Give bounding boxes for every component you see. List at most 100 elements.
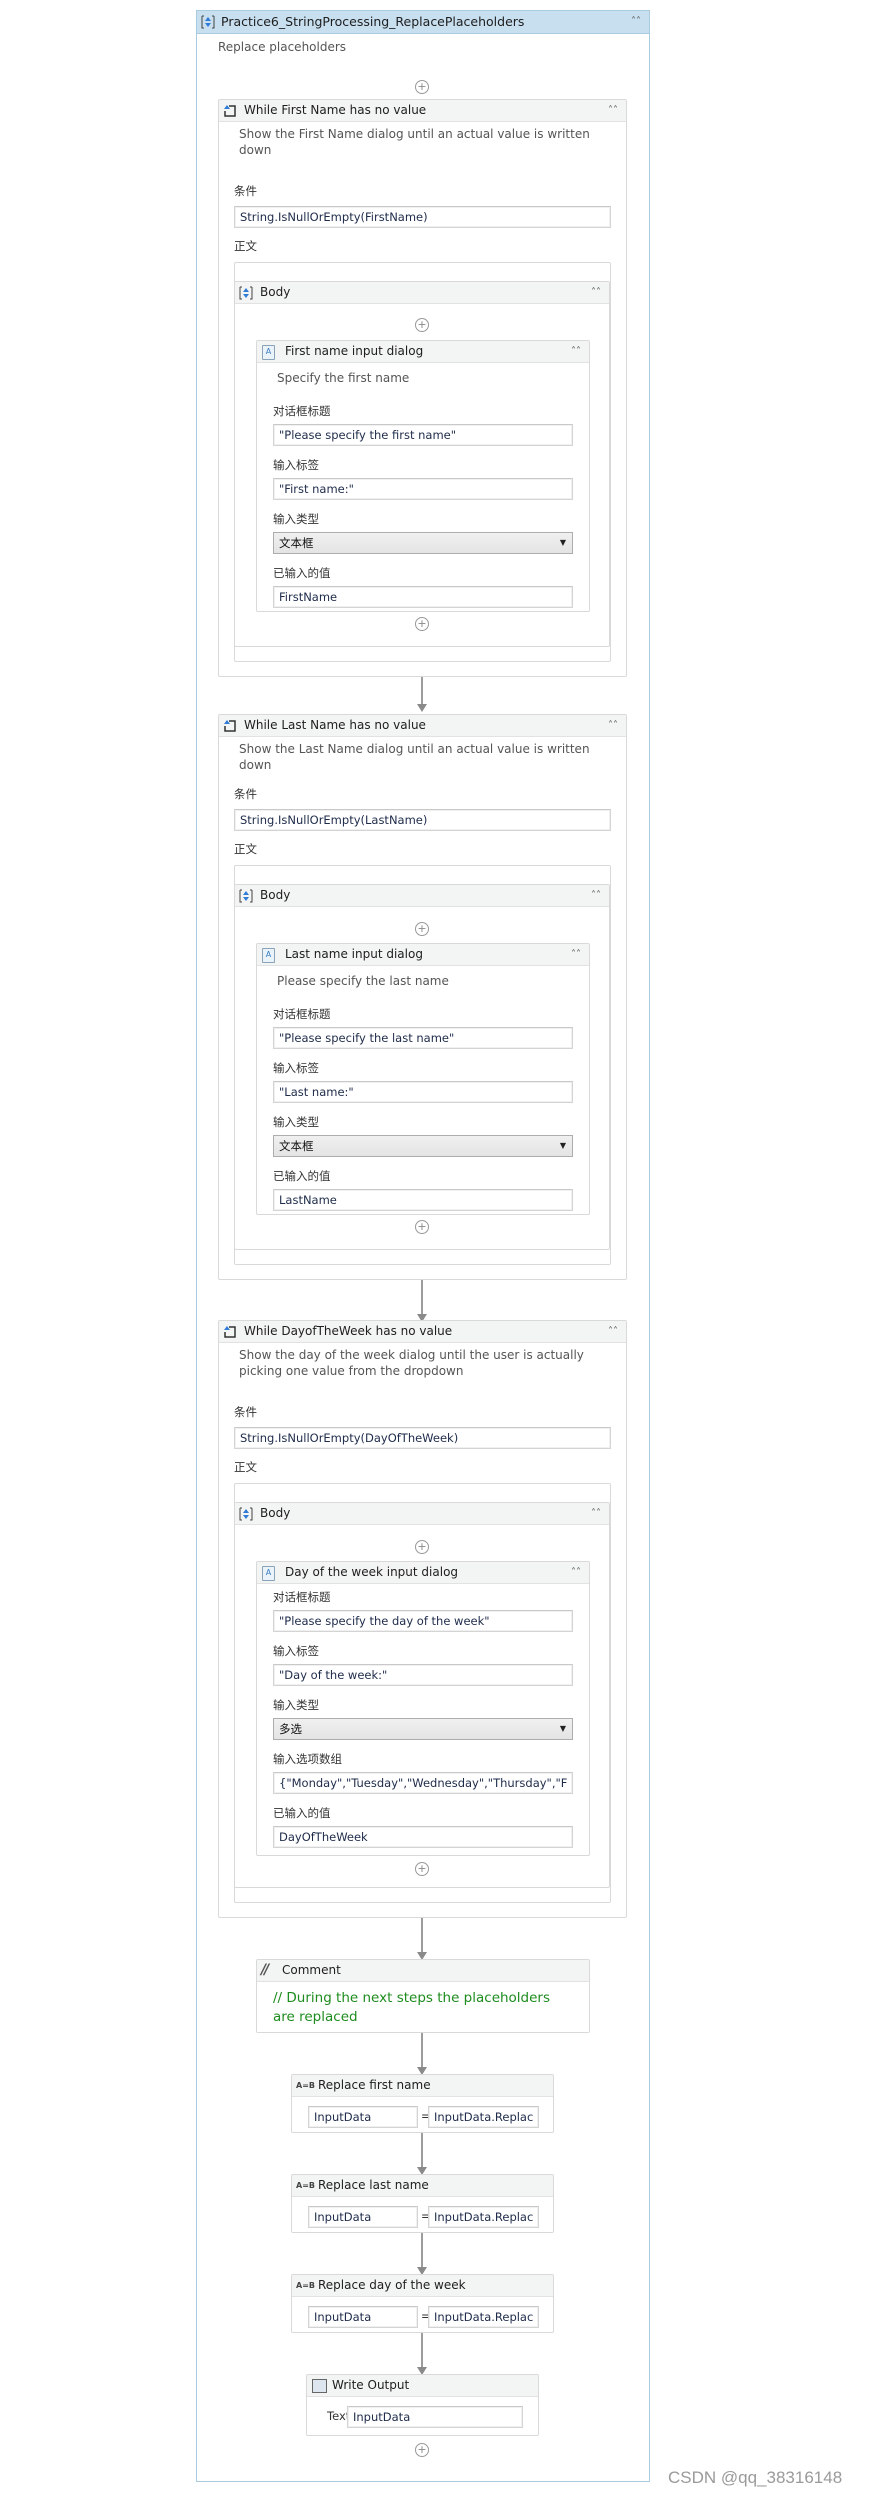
input-type-value: 文本框 [279, 536, 314, 550]
dialog-header[interactable]: A First name input dialog ˄˄ [257, 341, 589, 363]
assign-replace-last-name[interactable]: A=B Replace last name InputData = InputD… [291, 2174, 554, 2233]
collapse-icon[interactable]: ˄˄ [608, 715, 618, 736]
input-label-label: 输入标签 [273, 1061, 319, 1075]
add-activity-button[interactable]: + [415, 617, 429, 631]
add-activity-button[interactable]: + [415, 80, 429, 94]
condition-input[interactable]: String.IsNullOrEmpty(FirstName) [234, 206, 611, 228]
input-label-input[interactable]: "Day of the week:" [273, 1664, 573, 1686]
input-label-input[interactable]: "Last name:" [273, 1081, 573, 1103]
assign-header[interactable]: A=B Replace last name [292, 2175, 553, 2197]
while-loop-icon [224, 105, 236, 117]
while-header[interactable]: While DayofTheWeek has no value ˄˄ [219, 1321, 626, 1343]
input-options-label: 输入选项数组 [273, 1752, 342, 1766]
dropdown-arrow-icon: ▼ [559, 1141, 566, 1150]
assign-title: Replace first name [318, 2078, 431, 2092]
sequence-icon [239, 889, 253, 903]
assign-to-input[interactable]: InputData [308, 2206, 418, 2228]
entered-value-input[interactable]: LastName [273, 1189, 573, 1211]
collapse-icon[interactable]: ˄˄ [571, 944, 581, 965]
comment-header[interactable]: // Comment [257, 1960, 589, 1982]
dropdown-arrow-icon: ▼ [559, 1724, 566, 1733]
dialog-title: Last name input dialog [285, 947, 423, 961]
dialog-description: Specify the first name [277, 371, 410, 385]
assign-icon: A=B [296, 2081, 315, 2090]
assign-value-input[interactable]: InputData.Replac [428, 2206, 539, 2228]
last-name-input-dialog[interactable]: A Last name input dialog ˄˄ Please speci… [256, 943, 590, 1215]
write-output-title: Write Output [332, 2378, 410, 2392]
add-activity-button[interactable]: + [415, 1220, 429, 1234]
add-activity-button[interactable]: + [415, 1540, 429, 1554]
collapse-icon[interactable]: ˄˄ [608, 100, 618, 121]
collapse-icon[interactable]: ˄˄ [608, 1321, 618, 1342]
entered-value-input[interactable]: FirstName [273, 586, 573, 608]
input-dialog-icon: A [262, 948, 275, 963]
dropdown-arrow-icon: ▼ [559, 538, 566, 547]
collapse-icon[interactable]: ˄˄ [571, 1562, 581, 1583]
entered-value-input[interactable]: DayOfTheWeek [273, 1826, 573, 1848]
while-title: While Last Name has no value [244, 718, 426, 732]
while-header[interactable]: While First Name has no value ˄˄ [219, 100, 626, 122]
first-name-input-dialog[interactable]: A First name input dialog ˄˄ Specify the… [256, 340, 590, 612]
input-type-select[interactable]: 文本框 ▼ [273, 532, 573, 554]
comment-icon: // [261, 1962, 269, 1978]
dialog-title-input[interactable]: "Please specify the first name" [273, 424, 573, 446]
add-activity-button[interactable]: + [415, 922, 429, 936]
assign-title: Replace day of the week [318, 2278, 466, 2292]
sequence-icon [239, 1507, 253, 1521]
collapse-icon[interactable]: ˄˄ [591, 1503, 601, 1524]
assign-to-input[interactable]: InputData [308, 2306, 418, 2328]
while-loop-icon [224, 1326, 236, 1338]
input-type-select[interactable]: 多选 ▼ [273, 1718, 573, 1740]
input-type-value: 多选 [279, 1722, 302, 1736]
condition-input[interactable]: String.IsNullOrEmpty(LastName) [234, 809, 611, 831]
collapse-icon[interactable]: ˄˄ [591, 282, 601, 303]
watermark: CSDN @qq_38316148 [668, 2468, 843, 2487]
condition-label: 条件 [234, 1405, 257, 1419]
input-options-input[interactable]: {"Monday","Tuesday","Wednesday","Thursda… [273, 1772, 573, 1794]
while-header[interactable]: While Last Name has no value ˄˄ [219, 715, 626, 737]
body-sequence-header[interactable]: Body ˄˄ [235, 282, 609, 304]
dialog-title-input[interactable]: "Please specify the last name" [273, 1027, 573, 1049]
assign-replace-first-name[interactable]: A=B Replace first name InputData = Input… [291, 2074, 554, 2133]
add-activity-button[interactable]: + [415, 1862, 429, 1876]
comment-title: Comment [282, 1963, 341, 1977]
dialog-title-input[interactable]: "Please specify the day of the week" [273, 1610, 573, 1632]
dialog-header[interactable]: A Last name input dialog ˄˄ [257, 944, 589, 966]
dialog-header[interactable]: A Day of the week input dialog ˄˄ [257, 1562, 589, 1584]
text-input[interactable]: InputData [347, 2406, 523, 2428]
connector-arrow-icon [417, 704, 427, 712]
assign-replace-day-of-the-week[interactable]: A=B Replace day of the week InputData = … [291, 2274, 554, 2333]
entered-value-label: 已输入的值 [273, 1169, 331, 1183]
input-type-label: 输入类型 [273, 512, 319, 526]
input-type-label: 输入类型 [273, 1698, 319, 1712]
input-type-select[interactable]: 文本框 ▼ [273, 1135, 573, 1157]
write-output-activity[interactable]: Write Output Text InputData [306, 2374, 539, 2436]
assign-value-input[interactable]: InputData.Replac [428, 2106, 539, 2128]
add-activity-button[interactable]: + [415, 2443, 429, 2457]
collapse-icon[interactable]: ˄˄ [631, 11, 641, 33]
sequence-icon [239, 286, 253, 300]
assign-header[interactable]: A=B Replace day of the week [292, 2275, 553, 2297]
assign-title: Replace last name [318, 2178, 429, 2192]
body-sequence-header[interactable]: Body ˄˄ [235, 1503, 609, 1525]
dialog-title-label: 对话框标题 [273, 404, 331, 418]
comment-activity[interactable]: // Comment // During the next steps the … [256, 1959, 590, 2033]
assign-value-input[interactable]: InputData.Replac [428, 2306, 539, 2328]
day-of-the-week-input-dialog[interactable]: A Day of the week input dialog ˄˄ 对话框标题 … [256, 1561, 590, 1856]
root-sequence-title: Practice6_StringProcessing_ReplacePlaceh… [221, 14, 525, 29]
while-description: Show the day of the week dialog until th… [239, 1348, 584, 1378]
input-label-input[interactable]: "First name:" [273, 478, 573, 500]
input-dialog-icon: A [262, 345, 275, 360]
assign-header[interactable]: A=B Replace first name [292, 2075, 553, 2097]
assign-to-input[interactable]: InputData [308, 2106, 418, 2128]
body-sequence-header[interactable]: Body ˄˄ [235, 885, 609, 907]
write-output-header[interactable]: Write Output [307, 2375, 538, 2397]
connector-line [421, 677, 423, 707]
input-type-value: 文本框 [279, 1139, 314, 1153]
collapse-icon[interactable]: ˄˄ [591, 885, 601, 906]
condition-input[interactable]: String.IsNullOrEmpty(DayOfTheWeek) [234, 1427, 611, 1449]
collapse-icon[interactable]: ˄˄ [571, 341, 581, 362]
input-dialog-icon: A [262, 1566, 275, 1581]
root-sequence-header[interactable]: Practice6_StringProcessing_ReplacePlaceh… [197, 11, 649, 34]
add-activity-button[interactable]: + [415, 318, 429, 332]
